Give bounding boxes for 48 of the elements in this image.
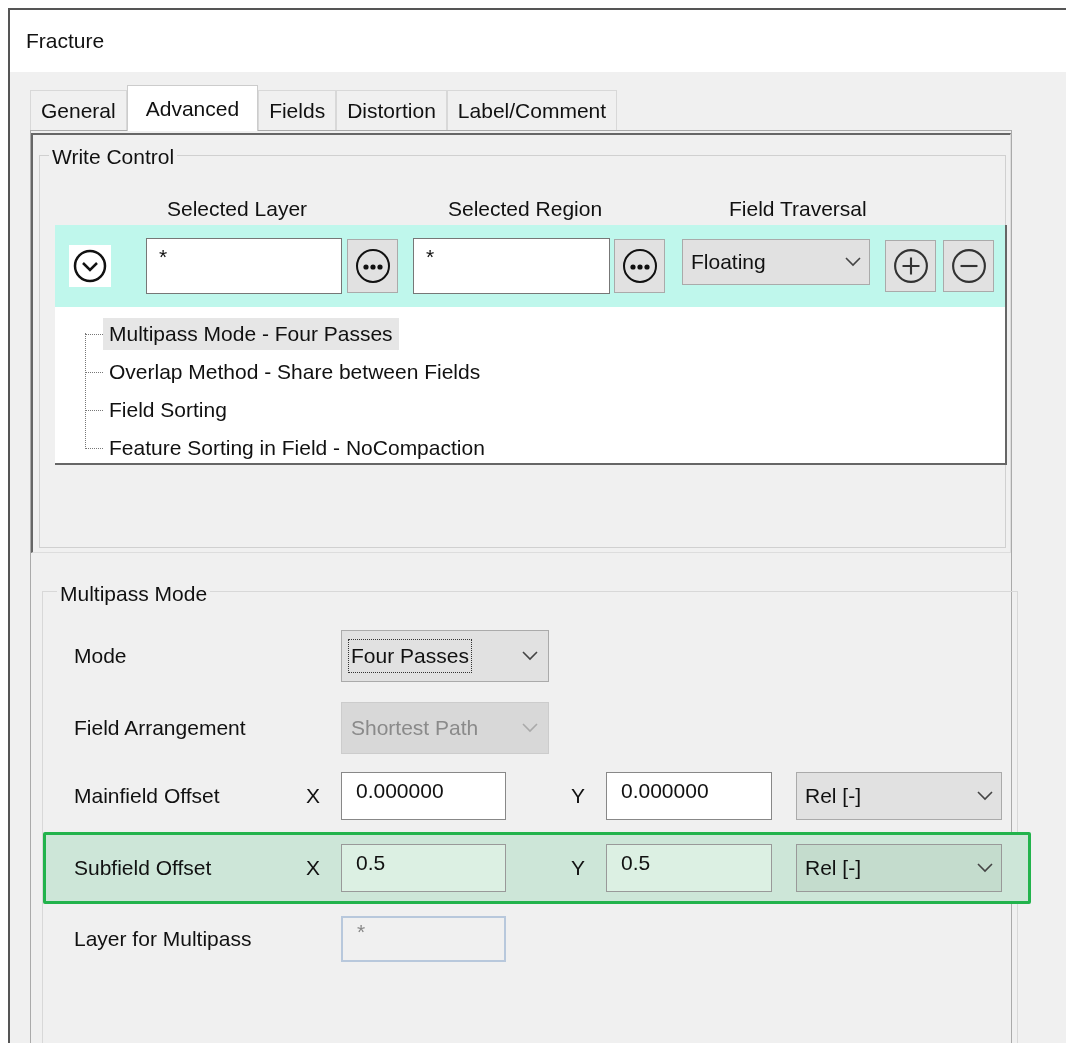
expand-button[interactable]	[69, 245, 111, 287]
field-label: Mode	[74, 643, 128, 670]
axis-label: Y	[571, 855, 586, 882]
remove-button[interactable]	[943, 240, 994, 292]
unit-dropdown[interactable]: Rel [-]	[796, 844, 1002, 892]
dropdown[interactable]: Four Passes	[341, 630, 549, 682]
tab[interactable]: Fields	[258, 90, 337, 130]
browse-button[interactable]	[614, 239, 665, 293]
y-field[interactable]: 0.000000	[606, 772, 772, 820]
window-title: Fracture	[26, 28, 105, 55]
column-header: Selected Region	[448, 196, 604, 222]
column-header: Field Traversal	[729, 196, 868, 222]
field-label: Field Arrangement	[74, 715, 247, 742]
field-label: Subfield Offset	[74, 855, 213, 882]
chevron-down-icon	[522, 723, 538, 733]
add-button[interactable]	[885, 240, 936, 292]
tab[interactable]: Advanced	[126, 85, 259, 131]
column-header: Selected Layer	[167, 196, 309, 222]
traversal-dropdown[interactable]: Floating	[682, 239, 870, 285]
ellipsis-icon	[354, 248, 391, 284]
tree-item[interactable]: Multipass Mode - Four Passes	[103, 318, 399, 350]
x-field[interactable]: 0.000000	[341, 772, 506, 820]
chevron-down-icon	[73, 249, 107, 283]
axis-label: X	[306, 783, 321, 810]
axis-label: Y	[571, 783, 586, 810]
tree-item[interactable]: Feature Sorting in Field - NoCompaction	[103, 432, 491, 464]
minus-icon	[950, 248, 987, 284]
ellipsis-icon	[621, 248, 658, 284]
table-row[interactable]: * * Floating	[55, 225, 1005, 307]
plus-icon	[892, 248, 929, 284]
layer-field[interactable]: *	[146, 238, 342, 294]
browse-button[interactable]	[347, 239, 398, 293]
tab[interactable]: General	[30, 90, 127, 130]
chevron-down-icon	[977, 863, 993, 873]
field-label: Layer for Multipass	[74, 926, 253, 953]
tab[interactable]: Distortion	[336, 90, 447, 130]
field-label: Mainfield Offset	[74, 783, 221, 810]
region-field[interactable]: *	[413, 238, 610, 294]
chevron-down-icon	[845, 257, 861, 267]
tree-item[interactable]: Overlap Method - Share between Fields	[103, 356, 487, 388]
x-field[interactable]: 0.5	[341, 844, 506, 892]
tree-item[interactable]: Field Sorting	[103, 394, 233, 426]
y-field[interactable]: 0.5	[606, 844, 772, 892]
axis-label: X	[306, 855, 321, 882]
chevron-down-icon	[522, 651, 538, 661]
unit-dropdown[interactable]: Rel [-]	[796, 772, 1002, 820]
tab[interactable]: Label/Comment	[446, 90, 618, 130]
chevron-down-icon	[977, 791, 993, 801]
